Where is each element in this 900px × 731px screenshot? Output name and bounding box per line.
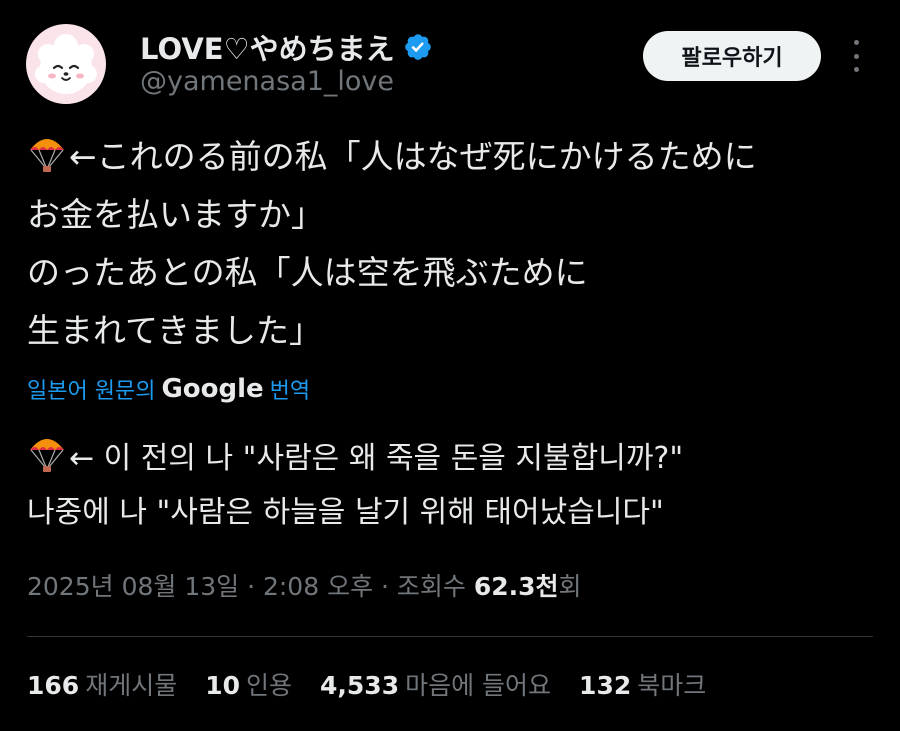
parachute-emoji-icon xyxy=(30,439,64,472)
views-count: 62.3천 xyxy=(473,572,559,601)
more-dot xyxy=(853,53,859,59)
bookmarks-label: 북마크 xyxy=(637,671,707,700)
more-dot xyxy=(853,40,859,45)
user-handle[interactable]: @yamenasa1_love xyxy=(140,66,394,97)
translation-attribution[interactable]: 일본어 원문의 Google 번역 xyxy=(27,373,310,405)
views-suffix: 회 xyxy=(558,572,582,601)
follow-button[interactable]: 팔로우하기 xyxy=(643,31,821,81)
more-vertical-icon[interactable] xyxy=(846,40,866,72)
tweet-line: ←これのる前の私「人はなぜ死にかけるために xyxy=(27,128,887,186)
quotes-label: 인용 xyxy=(246,671,293,700)
tweet-line-text: ←これのる前の私「人はなぜ死にかけるために xyxy=(69,137,757,176)
tweet-text-translated: ← 이 전의 나 "사람은 왜 죽을 돈을 지불합니까?" 나중에 나 "사람은… xyxy=(27,432,887,540)
bookmarks-count: 132 xyxy=(579,671,632,700)
translate-source-label[interactable]: 일본어 원문의 xyxy=(27,373,155,405)
translated-line-text: ← 이 전의 나 "사람은 왜 죽을 돈을 지불합니까?" xyxy=(69,441,684,476)
tweet-text-original: ←これのる前の私「人はなぜ死にかけるために お金を払いますか」 のったあとの私「… xyxy=(27,128,887,360)
tweet-meta: 2025년 08월 13일 · 2:08 오후 · 조회수 62.3천회 xyxy=(27,567,582,603)
display-name[interactable]: LOVE♡やめちまえ xyxy=(140,26,433,68)
quotes-stat[interactable]: 10 인용 xyxy=(205,666,292,702)
more-dot xyxy=(853,67,859,72)
tweet-line: のったあとの私「人は空を飛ぶために xyxy=(27,253,588,292)
parachute-emoji-icon xyxy=(30,139,64,172)
avatar[interactable] xyxy=(26,24,106,104)
bookmarks-stat[interactable]: 132 북마크 xyxy=(579,666,706,702)
translated-line: 나중에 나 "사람은 하늘을 날기 위해 태어났습니다" xyxy=(27,495,664,530)
likes-label: 마음에 들어요 xyxy=(405,671,552,700)
dog-face-icon xyxy=(35,34,97,94)
retweets-label: 재게시물 xyxy=(85,671,178,700)
translate-label[interactable]: 번역 xyxy=(270,373,310,405)
likes-stat[interactable]: 4,533 마음에 들어요 xyxy=(320,666,551,702)
likes-count: 4,533 xyxy=(320,671,400,700)
verified-badge-icon xyxy=(404,34,431,60)
translated-line: ← 이 전의 나 "사람은 왜 죽을 돈을 지불합니까?" xyxy=(27,432,887,486)
quotes-count: 10 xyxy=(205,671,240,700)
engagement-stats: 166 재게시물 10 인용 4,533 마음에 들어요 132 북마크 xyxy=(27,666,706,702)
retweets-count: 166 xyxy=(27,671,80,700)
display-name-text: LOVE♡やめちまえ xyxy=(140,32,395,66)
tweet-timestamp[interactable]: 2025년 08월 13일 · 2:08 오후 · 조회수 xyxy=(27,572,474,601)
divider xyxy=(27,636,873,637)
tweet-line: お金を払いますか」 xyxy=(27,195,324,234)
google-logo: Google xyxy=(161,374,264,404)
tweet-line: 生まれてきました」 xyxy=(27,311,323,350)
retweets-stat[interactable]: 166 재게시물 xyxy=(27,666,177,702)
